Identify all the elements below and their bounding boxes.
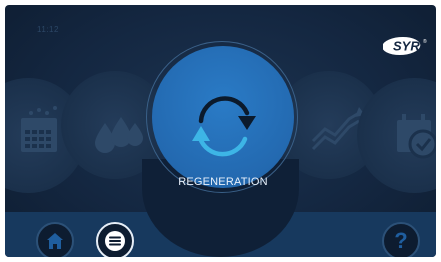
device-screen: 11:12 SYR ® REGENERATION ?	[5, 5, 436, 257]
registered-mark: ®	[423, 38, 427, 45]
home-icon	[47, 233, 63, 249]
regeneration-button[interactable]: REGENERATION	[152, 46, 294, 188]
help-button[interactable]: ?	[382, 222, 420, 257]
question-icon: ?	[394, 228, 408, 253]
calendar-check-icon	[397, 114, 436, 159]
regeneration-icon	[192, 96, 256, 157]
regeneration-label: REGENERATION	[178, 176, 268, 188]
menu-button[interactable]	[96, 222, 134, 257]
clock-time: 11:12	[37, 25, 59, 34]
logo-text: SYR	[393, 39, 420, 54]
hamburger-menu-icon	[105, 231, 125, 251]
home-button[interactable]	[36, 222, 74, 257]
menu-item-calendar-check[interactable]	[357, 78, 436, 193]
syr-logo: SYR ®	[382, 36, 429, 61]
